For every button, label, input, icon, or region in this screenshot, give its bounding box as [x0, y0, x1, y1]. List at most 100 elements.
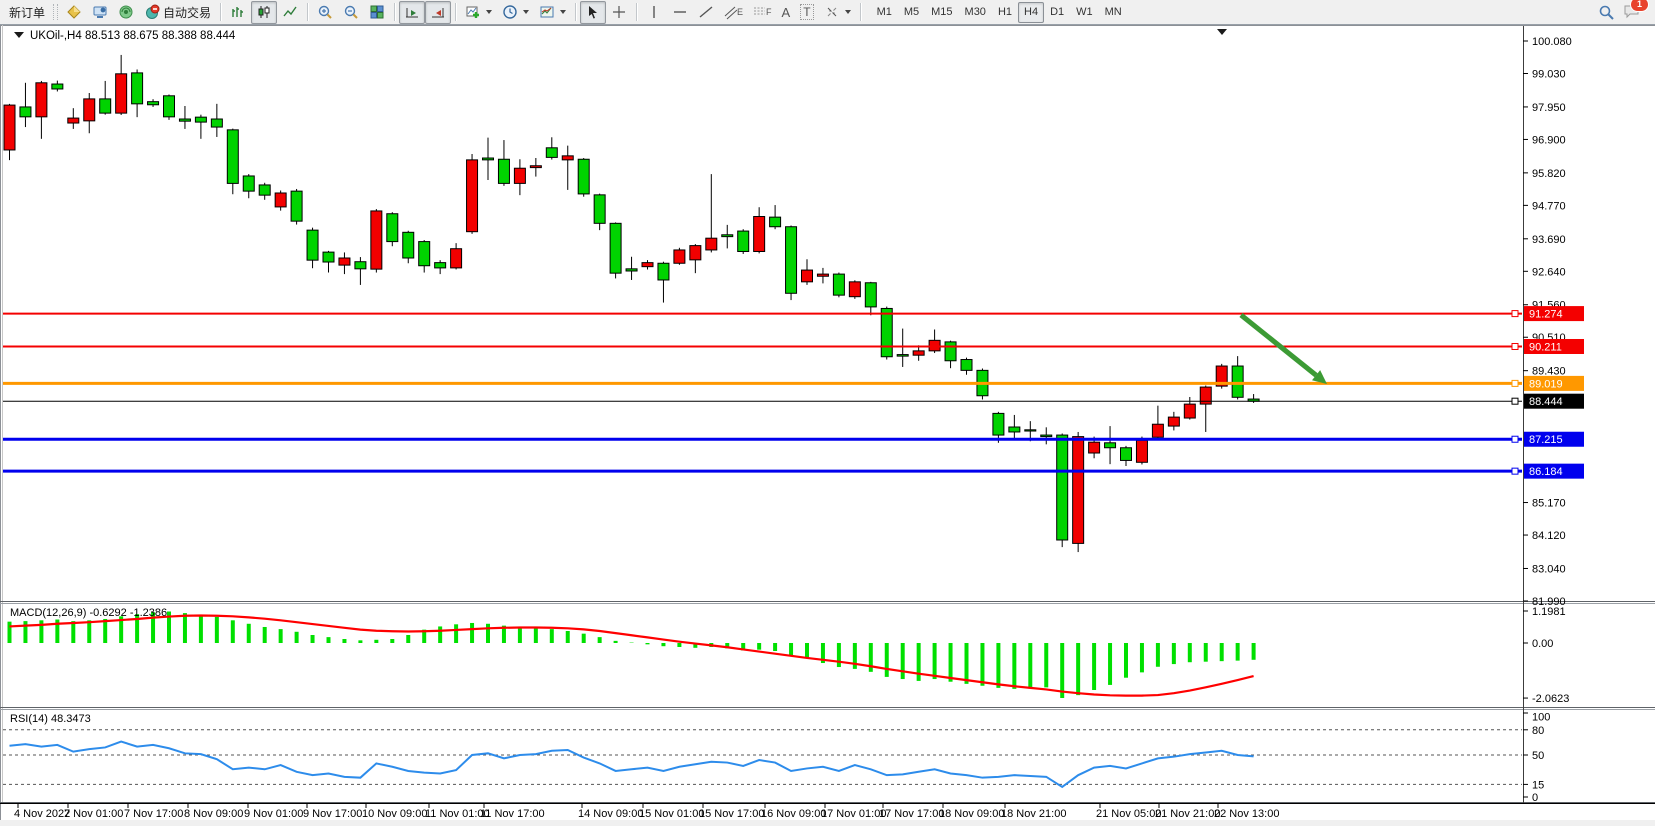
line-handle[interactable] [1512, 343, 1518, 349]
timeframe-w1[interactable]: W1 [1070, 2, 1099, 23]
candlestick [435, 263, 446, 268]
autotrading-icon [144, 4, 160, 20]
candlestick-chart-icon [256, 4, 272, 20]
trendline-tool-button[interactable] [693, 1, 719, 24]
time-tick-label: 8 Nov 09:00 [184, 808, 243, 820]
line-handle[interactable] [1512, 468, 1518, 474]
fibonacci-tool-button[interactable]: F [748, 1, 777, 24]
add-indicator-icon [465, 4, 481, 20]
timeframe-m15[interactable]: M15 [925, 2, 958, 23]
chart-background [0, 25, 1655, 826]
chevron-down-icon [560, 10, 566, 14]
candlestick [132, 73, 143, 104]
candlestick [578, 159, 589, 194]
line-handle[interactable] [1512, 311, 1518, 317]
price-tick-label: 99.030 [1532, 69, 1566, 81]
new-order-button[interactable]: 新订单 [4, 1, 50, 24]
auto-trading-label: 自动交易 [163, 4, 211, 21]
timeframe-m1[interactable]: M1 [871, 2, 898, 23]
price-tag-label: 89.019 [1529, 378, 1563, 390]
toolbar-separator [220, 3, 221, 21]
candlestick [68, 118, 79, 123]
price-tag-label: 88.444 [1529, 396, 1563, 408]
price-tick-label: 94.770 [1532, 200, 1566, 212]
candlestick [658, 263, 669, 280]
signals-button[interactable] [113, 1, 139, 24]
candlestick [148, 102, 159, 105]
macd-tick-label: -2.0623 [1532, 693, 1569, 705]
shapes-arrows-icon [824, 4, 840, 20]
candlestick [227, 130, 238, 184]
timeframe-m30[interactable]: M30 [959, 2, 992, 23]
toolbar-grip [53, 4, 58, 20]
periods-button[interactable] [497, 1, 534, 24]
candlestick [403, 232, 414, 258]
templates-button[interactable] [534, 1, 571, 24]
rsi-tick-label: 0 [1532, 792, 1538, 804]
candlestick [419, 242, 430, 266]
notification-badge: 1 [1631, 0, 1648, 11]
search-icon[interactable] [1598, 4, 1615, 21]
candlestick [323, 252, 334, 262]
candlestick [36, 83, 47, 117]
candlestick [84, 99, 95, 121]
metaquotes-button[interactable] [61, 1, 87, 24]
candlestick [817, 274, 828, 276]
metaeditor-button[interactable] [87, 1, 113, 24]
candlestick [865, 283, 876, 307]
diamond-icon [66, 4, 82, 20]
candlestick [387, 214, 398, 242]
vertical-line-icon [646, 4, 662, 20]
candlestick [546, 148, 557, 158]
horizontal-line-tool-button[interactable] [667, 1, 693, 24]
candlestick [738, 231, 749, 251]
shapes-tool-button[interactable] [819, 1, 856, 24]
candlestick [4, 105, 15, 150]
candlestick [594, 195, 605, 223]
candlestick [833, 274, 844, 295]
line-chart-button[interactable] [277, 1, 303, 24]
auto-trading-button[interactable]: 自动交易 [139, 1, 216, 24]
notifications-button[interactable]: 1 [1623, 3, 1641, 22]
price-tick-label: 89.430 [1532, 366, 1566, 378]
tile-windows-button[interactable] [364, 1, 390, 24]
timeframe-h1[interactable]: H1 [992, 2, 1018, 23]
tile-windows-icon [369, 4, 385, 20]
macd-tick-label: 1.1981 [1532, 606, 1566, 618]
candlestick [179, 119, 190, 121]
timeframe-d1[interactable]: D1 [1044, 2, 1070, 23]
candlestick-chart-button[interactable] [251, 1, 277, 24]
toolbar-separator [860, 3, 861, 21]
add-indicator-button[interactable] [460, 1, 497, 24]
chart-shift-button[interactable] [399, 1, 425, 24]
line-handle[interactable] [1512, 398, 1518, 404]
timeframe-toolbar: M1 M5 M15 M30 H1 H4 D1 W1 MN [871, 2, 1128, 23]
price-tag-label: 91.274 [1529, 309, 1563, 321]
auto-scroll-button[interactable] [425, 1, 451, 24]
zoom-out-button[interactable] [338, 1, 364, 24]
time-tick-label: 10 Nov 09:00 [362, 808, 427, 820]
chart-canvas[interactable]: 100.08099.03097.95096.90095.82094.77093.… [0, 25, 1655, 826]
time-tick-label: 14 Nov 09:00 [578, 808, 643, 820]
text-tool-button[interactable]: A [777, 1, 796, 24]
main-toolbar: 新订单 [0, 0, 1655, 25]
candlestick [530, 166, 541, 168]
line-handle[interactable] [1512, 436, 1518, 442]
timeframe-m5[interactable]: M5 [898, 2, 925, 23]
price-tag-label: 87.215 [1529, 434, 1563, 446]
mt4-window: 新订单 [0, 0, 1655, 826]
template-icon [539, 4, 555, 20]
label-tool-button[interactable]: T [795, 1, 818, 24]
vertical-line-tool-button[interactable] [641, 1, 667, 24]
timeframe-h4[interactable]: H4 [1018, 2, 1044, 23]
line-handle[interactable] [1512, 380, 1518, 386]
timeframe-mn[interactable]: MN [1099, 2, 1128, 23]
bar-chart-button[interactable] [225, 1, 251, 24]
crosshair-tool-button[interactable] [606, 1, 632, 24]
channel-tool-button[interactable]: E [719, 1, 748, 24]
cursor-tool-button[interactable] [580, 1, 606, 24]
chevron-down-icon [845, 10, 851, 14]
candlestick [307, 230, 318, 260]
zoom-in-button[interactable] [312, 1, 338, 24]
channel-icon [724, 4, 737, 20]
